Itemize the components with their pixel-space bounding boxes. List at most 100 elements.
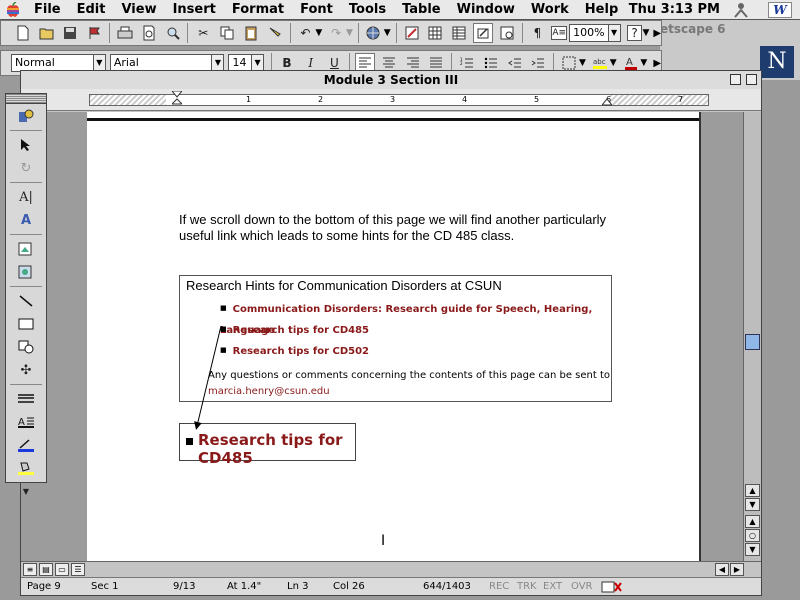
copy-icon[interactable] — [217, 23, 237, 43]
document-area[interactable]: If we scroll down to the bottom of this … — [21, 112, 743, 561]
online-layout-view-button[interactable]: ▤ — [39, 563, 53, 576]
tables-borders-icon[interactable] — [402, 23, 422, 43]
borders-dropdown-icon[interactable]: ▼ — [579, 58, 586, 68]
status-trk[interactable]: TRK — [517, 581, 537, 592]
menu-edit[interactable]: Edit — [69, 0, 114, 20]
select-browse-object-button[interactable]: ○ — [745, 529, 760, 542]
menu-help[interactable]: Help — [577, 0, 626, 20]
toolbar-more-icon[interactable]: ▶ — [653, 58, 661, 69]
palette-title-bar[interactable] — [6, 94, 46, 104]
text-style-icon[interactable]: A — [11, 411, 41, 433]
menu-window[interactable]: Window — [449, 0, 523, 20]
assistant-dropdown-icon[interactable]: ▼ — [642, 28, 649, 38]
line-color-icon[interactable] — [11, 434, 41, 456]
outline-view-button[interactable]: ☰ — [71, 563, 85, 576]
menubar-clock[interactable]: Thu 3:13 PM — [629, 0, 720, 20]
new-document-icon[interactable] — [13, 23, 33, 43]
link-communication-disorders[interactable]: Communication Disorders: Research guide … — [220, 298, 611, 336]
wordart-icon[interactable]: A — [11, 209, 41, 231]
right-indent-marker-icon[interactable] — [602, 99, 612, 107]
undo-icon[interactable]: ↶ — [296, 23, 316, 43]
vertical-scrollbar[interactable]: ▲ ▼ ▲ ○ ▼ — [743, 112, 761, 561]
status-ovr[interactable]: OVR — [571, 581, 592, 592]
link-research-cd485[interactable]: Research tips for CD485 — [220, 319, 611, 340]
contact-email-link[interactable]: marcia.henry@csun.edu — [208, 384, 610, 400]
status-ext[interactable]: EXT — [543, 581, 562, 592]
document-page[interactable]: If we scroll down to the bottom of this … — [87, 112, 701, 561]
insert-excel-icon[interactable] — [449, 23, 469, 43]
font-size-dropdown-icon[interactable]: ▼ — [251, 55, 264, 71]
free-rotate-icon[interactable]: ↻ — [11, 157, 41, 179]
redo-dropdown-icon[interactable]: ▼ — [346, 28, 353, 38]
print-preview-icon[interactable] — [139, 23, 159, 43]
document-map-icon[interactable] — [497, 23, 517, 43]
line-tool-icon[interactable] — [11, 290, 41, 312]
menu-view[interactable]: View — [113, 0, 164, 20]
autoshapes-icon[interactable] — [11, 336, 41, 358]
select-objects-icon[interactable] — [11, 134, 41, 156]
page-layout-view-button[interactable]: ▭ — [55, 563, 69, 576]
scroll-up-button[interactable]: ▲ — [745, 484, 760, 497]
word-app-icon[interactable]: W — [768, 2, 792, 18]
indent-marker-icon[interactable] — [172, 91, 182, 109]
menu-insert[interactable]: Insert — [165, 0, 224, 20]
previous-page-button[interactable]: ▲ — [745, 515, 760, 528]
zoomed-link-label[interactable]: Research tips for CD485 — [198, 431, 355, 467]
zoom-select[interactable]: 100% ▼ — [569, 24, 621, 42]
draw-menu-icon[interactable] — [11, 105, 41, 127]
toolbar-more-icon[interactable]: ▶ — [653, 28, 661, 39]
spelling-status-icon[interactable] — [601, 581, 623, 596]
insert-clipart-icon[interactable] — [11, 238, 41, 260]
save-disk-icon[interactable] — [61, 23, 81, 43]
office-assistant-icon[interactable]: ? — [626, 25, 643, 41]
document-title-bar[interactable]: Module 3 Section III — [21, 71, 761, 89]
print-icon[interactable] — [115, 23, 135, 43]
web-globe-icon[interactable] — [364, 23, 384, 43]
show-hide-paragraph-icon[interactable]: ¶ — [528, 23, 548, 43]
ruler-scale[interactable]: 1 2 3 4 5 6 7 — [89, 91, 709, 109]
horizontal-ruler[interactable]: L 1 2 3 4 5 6 7 — [21, 89, 761, 111]
font-dropdown-icon[interactable]: ▼ — [211, 55, 224, 71]
menu-work[interactable]: Work — [523, 0, 577, 20]
magnifier-icon[interactable] — [163, 23, 183, 43]
link-research-cd502[interactable]: Research tips for CD502 — [220, 340, 611, 361]
flag-icon[interactable] — [84, 23, 104, 43]
application-switcher-icon[interactable] — [732, 2, 750, 18]
scroll-down-button[interactable]: ▼ — [745, 498, 760, 511]
insert-text-box-icon[interactable]: A| — [11, 186, 41, 208]
web-dropdown-icon[interactable]: ▼ — [384, 28, 391, 38]
status-rec[interactable]: REC — [489, 581, 509, 592]
menu-tools[interactable]: Tools — [341, 0, 394, 20]
menu-format[interactable]: Format — [224, 0, 292, 20]
horizontal-scrollbar[interactable]: ≡ ▤ ▭ ☰ ◀ ▶ — [21, 561, 761, 577]
text-box-icon[interactable]: A≡ — [551, 26, 568, 40]
shadow-3d-icon[interactable]: ✣ — [11, 359, 41, 381]
undo-dropdown-icon[interactable]: ▼ — [315, 28, 322, 38]
menu-font[interactable]: Font — [292, 0, 341, 20]
insert-picture-icon[interactable] — [11, 261, 41, 283]
cut-scissors-icon[interactable]: ✂ — [193, 23, 213, 43]
apple-menu-icon[interactable] — [0, 0, 26, 20]
rectangle-tool-icon[interactable] — [11, 313, 41, 335]
scroll-left-button[interactable]: ◀ — [715, 563, 729, 576]
drawing-toolbar-icon[interactable] — [472, 23, 493, 43]
intro-paragraph[interactable]: If we scroll down to the bottom of this … — [179, 212, 619, 244]
zoom-box-icon[interactable] — [730, 74, 741, 85]
normal-view-button[interactable]: ≡ — [23, 563, 37, 576]
palette-more-icon[interactable]: ▼ — [11, 480, 41, 502]
scroll-right-button[interactable]: ▶ — [730, 563, 744, 576]
format-painter-icon[interactable] — [265, 23, 285, 43]
fill-color-icon[interactable] — [11, 457, 41, 479]
menu-table[interactable]: Table — [394, 0, 449, 20]
insert-table-icon[interactable] — [425, 23, 445, 43]
scroll-thumb[interactable] — [745, 334, 760, 350]
zoom-dropdown-icon[interactable]: ▼ — [607, 25, 620, 41]
redo-icon[interactable]: ↷ — [326, 23, 346, 43]
open-folder-icon[interactable] — [37, 23, 57, 43]
menu-file[interactable]: File — [26, 0, 69, 20]
font-color-dropdown-icon[interactable]: ▼ — [640, 58, 647, 68]
line-style-icon[interactable] — [11, 388, 41, 410]
style-dropdown-icon[interactable]: ▼ — [92, 55, 105, 71]
paste-clipboard-icon[interactable] — [241, 23, 261, 43]
highlight-dropdown-icon[interactable]: ▼ — [610, 58, 617, 68]
